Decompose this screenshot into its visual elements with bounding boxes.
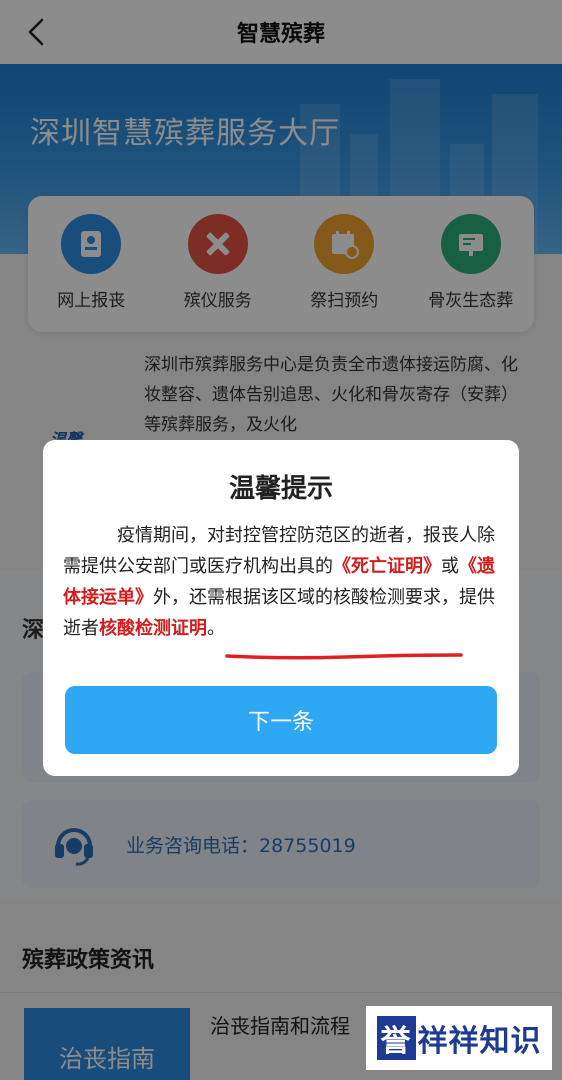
watermark-logo: 誉祥祥知识: [366, 1006, 552, 1070]
watermark-text: 祥祥知识: [417, 1024, 542, 1059]
dialog-body: 疫情期间，对封控管控防范区的逝者，报丧人除需提供公安部门或医疗机构出具的《死亡证…: [63, 520, 499, 644]
dialog-body-text: 。: [207, 618, 225, 639]
notice-dialog: 温馨提示 疫情期间，对封控管控防范区的逝者，报丧人除需提供公安部门或医疗机构出具…: [43, 440, 519, 776]
watermark-first-char: 誉: [376, 1016, 416, 1060]
nucleic-test-highlight: 核酸检测证明: [99, 618, 207, 639]
dialog-title: 温馨提示: [228, 474, 333, 504]
next-button[interactable]: 下一条: [65, 686, 497, 754]
handdrawn-underline: [225, 653, 463, 660]
death-certificate-highlight: 《死亡证明》: [333, 556, 441, 577]
dialog-body-text: 或: [441, 556, 459, 577]
